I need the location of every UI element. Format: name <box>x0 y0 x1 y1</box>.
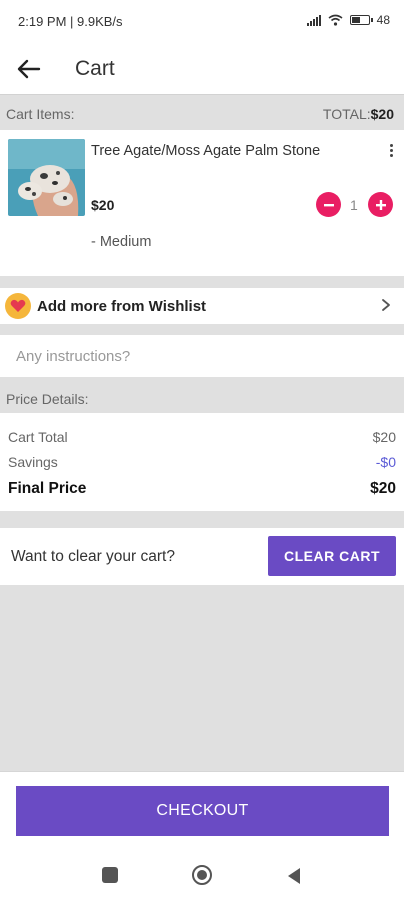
cart-total-label: Cart Total <box>8 429 68 445</box>
cart-items-header: Cart Items: TOTAL:$20 <box>0 98 404 128</box>
clear-cart-button[interactable]: CLEAR CART <box>268 536 396 576</box>
final-price-label: Final Price <box>8 480 87 497</box>
cart-total: TOTAL:$20 <box>323 106 394 122</box>
cart-total-prefix: TOTAL: <box>322 106 371 122</box>
system-back-icon[interactable] <box>285 866 303 886</box>
cart-total-amount: $20 <box>372 429 396 445</box>
heart-icon <box>10 299 26 312</box>
price-details-heading: Price Details: <box>6 391 89 407</box>
recent-apps-icon[interactable] <box>102 867 118 883</box>
cart-items-label: Cart Items: <box>6 106 75 122</box>
cart-item: Tree Agate/Moss Agate Palm Stone $20 1 -… <box>0 130 404 276</box>
decrease-quantity-button[interactable] <box>316 192 341 217</box>
more-options-icon[interactable] <box>386 144 396 160</box>
plus-icon <box>375 199 386 210</box>
product-name[interactable]: Tree Agate/Moss Agate Palm Stone <box>91 143 320 159</box>
wishlist-label: Add more from Wishlist <box>37 298 207 315</box>
page-title: Cart <box>75 57 115 80</box>
wishlist-badge <box>5 293 31 319</box>
cart-total-value: $20 <box>370 106 394 122</box>
quantity-value: 1 <box>350 197 358 213</box>
minus-icon <box>323 203 334 206</box>
status-icons: 48 <box>306 13 390 27</box>
product-price: $20 <box>91 197 115 213</box>
final-price-amount: $20 <box>370 480 396 497</box>
battery-icon <box>349 15 373 25</box>
chevron-right-icon <box>382 299 390 311</box>
home-icon[interactable] <box>191 864 213 886</box>
price-details-card: Cart Total $20 Savings -$0 Final Price $… <box>0 413 404 511</box>
wifi-icon <box>328 14 343 26</box>
savings-label: Savings <box>8 454 58 470</box>
checkout-button[interactable]: CHECKOUT <box>16 786 389 836</box>
savings-amount: -$0 <box>375 454 396 470</box>
back-arrow-icon[interactable] <box>14 54 44 84</box>
status-time: 2:19 PM | 9.9KB/s <box>18 14 123 29</box>
product-variant: - Medium <box>91 234 152 250</box>
product-image[interactable] <box>8 139 85 216</box>
signal-icon <box>306 14 321 26</box>
status-bar: 2:19 PM | 9.9KB/s 48 <box>0 0 404 44</box>
increase-quantity-button[interactable] <box>368 192 393 217</box>
app-bar: Cart <box>0 44 404 95</box>
add-from-wishlist-row[interactable]: Add more from Wishlist <box>0 288 404 324</box>
clear-cart-card: Want to clear your cart? CLEAR CART <box>0 528 404 585</box>
instructions-field-container <box>0 335 404 377</box>
instructions-input[interactable] <box>0 335 404 377</box>
clear-cart-prompt: Want to clear your cart? <box>11 548 175 565</box>
battery-level: 48 <box>376 13 390 27</box>
